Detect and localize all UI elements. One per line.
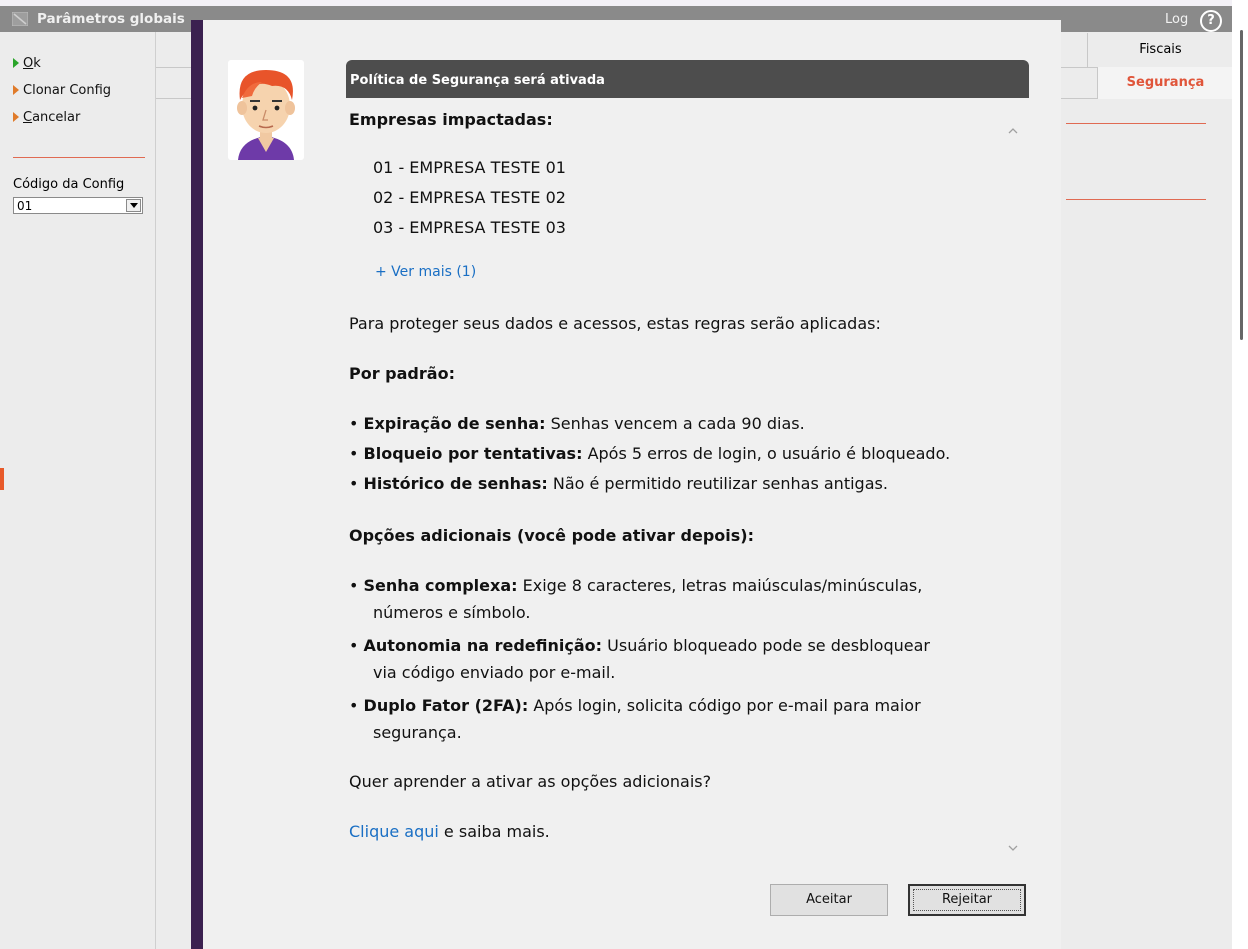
optional-rule-item: • Senha complexa: Exige 8 caracteres, le… bbox=[349, 576, 923, 595]
see-more-link[interactable]: + Ver mais (1) bbox=[375, 264, 476, 280]
optional-rule-item: • Duplo Fator (2FA): Após login, solicit… bbox=[349, 696, 921, 715]
orange-triangle-icon bbox=[13, 85, 19, 95]
dialog-content[interactable]: Empresas impactadas: 01 - EMPRESA TESTE … bbox=[349, 98, 1019, 858]
left-action-pane: Ok Clonar Config Cancelar Código da Conf… bbox=[0, 32, 156, 949]
dialog-header: Política de Segurança será ativada bbox=[346, 60, 1029, 98]
optional-rule-item: • Autonomia na redefinição: Usuário bloq… bbox=[349, 636, 930, 655]
ok-action[interactable]: Ok bbox=[13, 56, 41, 71]
green-triangle-icon bbox=[13, 58, 19, 68]
help-icon[interactable]: ? bbox=[1200, 10, 1222, 32]
clone-config-action[interactable]: Clonar Config bbox=[13, 83, 111, 98]
optional-rule-continuation: via código enviado por e-mail. bbox=[373, 663, 616, 682]
intro-text: Para proteger seus dados e acessos, esta… bbox=[349, 314, 881, 333]
company-item: 02 - EMPRESA TESTE 02 bbox=[373, 188, 566, 207]
dialog-title: Política de Segurança será ativada bbox=[350, 73, 605, 88]
learn-more-line: Clique aqui e saiba mais. bbox=[349, 822, 550, 841]
edge-marker bbox=[0, 468, 4, 490]
config-code-value: 01 bbox=[17, 199, 33, 213]
click-here-link[interactable]: Clique aqui bbox=[349, 822, 439, 841]
window-title: Parâmetros globais bbox=[37, 11, 185, 27]
learn-question: Quer aprender a ativar as opções adicion… bbox=[349, 772, 712, 791]
page-scrollbar-thumb[interactable] bbox=[1240, 30, 1243, 340]
accept-button[interactable]: Aceitar bbox=[770, 884, 888, 916]
section-divider bbox=[1066, 199, 1206, 200]
dialog-accent-strip bbox=[191, 20, 203, 949]
divider bbox=[13, 157, 145, 158]
app-icon bbox=[12, 12, 28, 26]
default-rule-item: • Bloqueio por tentativas: Após 5 erros … bbox=[349, 444, 951, 463]
config-code-label: Código da Config bbox=[13, 177, 125, 192]
optional-rule-continuation: segurança. bbox=[373, 723, 462, 742]
company-item: 03 - EMPRESA TESTE 03 bbox=[373, 218, 566, 237]
default-rule-item: • Histórico de senhas: Não é permitido r… bbox=[349, 474, 888, 493]
cancel-action[interactable]: Cancelar bbox=[13, 110, 80, 125]
reject-button[interactable]: Rejeitar bbox=[908, 884, 1026, 916]
companies-heading: Empresas impactadas: bbox=[349, 110, 553, 129]
default-rule-item: • Expiração de senha: Senhas vencem a ca… bbox=[349, 414, 805, 433]
company-item: 01 - EMPRESA TESTE 01 bbox=[373, 158, 566, 177]
log-link[interactable]: Log bbox=[1165, 12, 1188, 27]
optional-rule-continuation: números e símbolo. bbox=[373, 603, 531, 622]
assistant-avatar bbox=[228, 60, 304, 160]
optional-heading: Opções adicionais (você pode ativar depo… bbox=[349, 526, 754, 545]
config-code-select[interactable]: 01 bbox=[13, 197, 143, 214]
default-heading: Por padrão: bbox=[349, 364, 455, 383]
chevron-down-icon[interactable] bbox=[126, 199, 141, 212]
orange-triangle-icon bbox=[13, 112, 19, 122]
tab-seguranca[interactable]: Segurança bbox=[1097, 67, 1233, 99]
assistant-avatar-icon bbox=[237, 70, 295, 160]
tab-fiscais[interactable]: Fiscais bbox=[1087, 33, 1233, 67]
focus-outline bbox=[913, 889, 1021, 911]
section-divider bbox=[1066, 123, 1206, 124]
